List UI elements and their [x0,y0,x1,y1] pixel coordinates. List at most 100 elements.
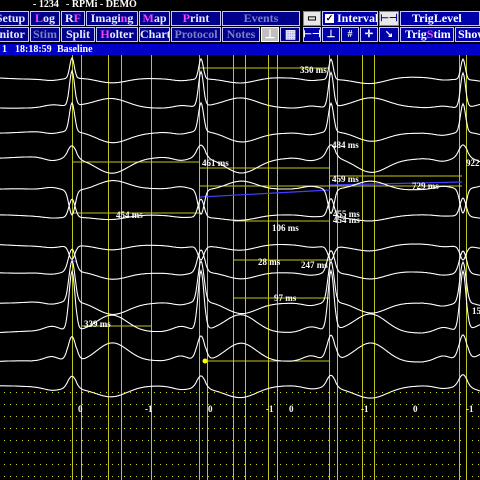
menu-split[interactable]: Split [61,27,95,42]
menu-stim[interactable]: Stim [30,27,60,42]
grid-dot [280,428,281,429]
menu-map[interactable]: Map [139,11,170,26]
grid-dot [358,476,359,477]
menu-imaging[interactable]: Imaging [86,11,138,26]
pin-icon: ⊥ [264,27,276,41]
grid-dot [436,404,437,405]
grid-dot [112,416,113,417]
grid-dot [172,392,173,393]
grid-dot [16,476,17,477]
hash-button[interactable]: # [341,27,359,42]
grid-dot [268,392,269,393]
grid-dot [370,440,371,441]
status-mode: Baseline [57,44,93,55]
grid-dot [382,392,383,393]
grid-dot [40,440,41,441]
trace-baseline-labels: 0 -1 0 -1 0 -1 0 -1 [78,404,474,414]
menu-protocol[interactable]: Protocol [171,27,221,42]
grid-dot [28,416,29,417]
baseline-label: -1 [466,404,474,414]
menu-events[interactable]: Events [222,11,300,26]
menu-notes[interactable]: Notes [222,27,260,42]
grid-dot [16,428,17,429]
grid-dot [304,428,305,429]
ecg-trace-area[interactable]: 350 ms 461 ms 454 ms 106 ms 28 ms 97 ms … [0,55,480,480]
menu-monitor[interactable]: Monitor [0,27,29,42]
menu-log[interactable]: Log [30,11,60,26]
grid-dot [412,392,413,393]
grid-dot [382,416,383,417]
grid-dot [70,476,71,477]
grid-dot [346,404,347,405]
grid-dot [94,464,95,465]
menu-holter[interactable]: Holter [96,27,138,42]
grid-dot [334,416,335,417]
app-name: - RPMi - DEMO [66,0,137,10]
grid-dot [82,392,83,393]
grid-dot [46,428,47,429]
trigstim-hotkey: S [426,27,434,41]
menu-chart[interactable]: Chart [139,27,170,42]
grid-dot [280,404,281,405]
grid-dot [472,440,473,441]
grid-dot [10,440,11,441]
grid-dot [76,428,77,429]
grid-dot [166,404,167,405]
menu-print[interactable]: Print [171,11,221,26]
crosshair-button[interactable]: ✛ [360,27,378,42]
grid-dot [124,440,125,441]
diagonal-icon: ↘ [384,29,394,40]
triglevel-button[interactable]: TrigLevel [400,11,480,26]
interval-toggle[interactable]: ✓ Interval [322,11,378,26]
grid-dot [286,392,287,393]
grid-dot [424,428,425,429]
grid-dot [22,464,23,465]
expand-button[interactable]: ⊢⊣ [303,27,321,42]
display-button[interactable]: ▭ [303,11,321,26]
grid-dot [298,464,299,465]
grid-dot [142,440,143,441]
grid-dot [232,428,233,429]
grid-dot [166,416,167,417]
grid-dot [34,404,35,405]
grid-dot [316,416,317,417]
show-button[interactable]: Show [455,27,480,42]
grid-dot [88,404,89,405]
caliper-button[interactable]: ⊢⊣ [379,11,399,26]
grid-dot [388,476,389,477]
grid-dot [256,440,257,441]
grid-dot [64,440,65,441]
grid-dot [400,392,401,393]
grid-dot [328,428,329,429]
grid-dot [358,440,359,441]
marker-button[interactable]: ⊥ [322,27,340,42]
grid-dot [226,464,227,465]
grid-dot [40,476,41,477]
grid-dot [142,452,143,453]
grid-dot [340,416,341,417]
grid-dot [304,452,305,453]
grid-dot [124,452,125,453]
diagonal-button[interactable]: ↘ [379,27,399,42]
grid-dot [124,392,125,393]
toolbar: ▭ ✓ Interval ⊢⊣ TrigLevel ⊢⊣ ⊥ # ✛ ↘ Tri… [302,10,480,44]
pin-button[interactable]: ⊥ [261,27,279,42]
grid-dot [52,416,53,417]
grid-dot [472,464,473,465]
grid-dot [460,416,461,417]
grid-dot [160,464,161,465]
grid-dot [256,416,257,417]
trigstim-button[interactable]: TrigStim [400,27,454,42]
menu-rf[interactable]: RF [61,11,85,26]
grid-dot [250,428,251,429]
grid-dot [274,392,275,393]
grid-dot [262,428,263,429]
menu-setup[interactable]: Setup [0,11,29,26]
grid-dot [442,416,443,417]
grid-dot [466,440,467,441]
grid-dot [112,452,113,453]
grid-dot [250,392,251,393]
grid-dot [124,404,125,405]
grid-button[interactable]: ▦ [280,27,300,42]
grid-dot [316,452,317,453]
